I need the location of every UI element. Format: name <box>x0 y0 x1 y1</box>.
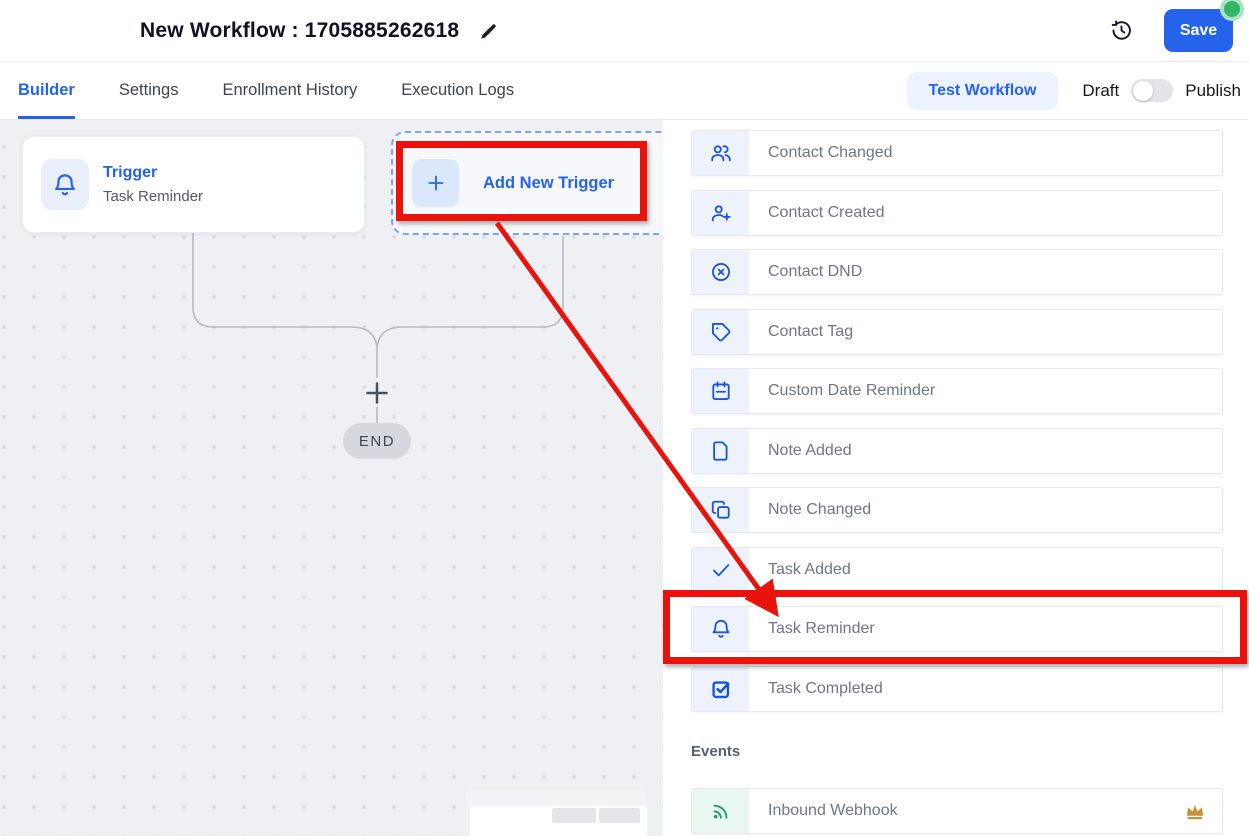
crown-icon <box>1184 800 1206 822</box>
publish-label: Publish <box>1185 81 1241 101</box>
workflow-builder-page: New Workflow : 1705885262618 Save Builde… <box>0 0 1249 836</box>
trigger-option-inbound-webhook[interactable]: Inbound Webhook <box>691 788 1223 834</box>
calendar-icon <box>692 369 749 413</box>
trigger-option-task-completed[interactable]: Task Completed <box>691 666 1223 712</box>
trigger-option-label: Inbound Webhook <box>768 802 1184 820</box>
trigger-picker-sidebar: Contact Changed Contact Created Contact DN… <box>663 120 1249 836</box>
events-list: Inbound Webhook <box>691 788 1224 834</box>
trigger-option-task-reminder[interactable]: Task Reminder <box>691 606 1223 652</box>
trigger-option-contact-changed[interactable]: Contact Changed <box>691 130 1223 176</box>
header-actions: Save <box>1110 9 1233 52</box>
add-action-plus-icon <box>368 384 387 403</box>
trigger-node-title: Trigger <box>103 164 203 182</box>
tab-settings[interactable]: Settings <box>119 62 179 119</box>
pencil-icon[interactable] <box>479 21 499 41</box>
trigger-option-note-changed[interactable]: Note Changed <box>691 487 1223 533</box>
trigger-option-label: Task Completed <box>768 680 1222 698</box>
save-button[interactable]: Save <box>1164 9 1233 52</box>
popup-skeleton <box>599 808 640 823</box>
tab-execution-logs[interactable]: Execution Logs <box>401 62 514 119</box>
bell-icon <box>41 159 89 210</box>
tab-builder[interactable]: Builder <box>18 62 75 119</box>
save-status-dot <box>1224 1 1240 17</box>
workflow-canvas[interactable]: Trigger Task Reminder Add New Trigger EN… <box>0 120 663 836</box>
add-new-trigger-label: Add New Trigger <box>483 174 614 193</box>
draft-label: Draft <box>1082 81 1119 101</box>
trigger-option-label: Task Added <box>768 561 1222 579</box>
check-icon <box>692 548 749 592</box>
trigger-option-custom-date-reminder[interactable]: Custom Date Reminder <box>691 368 1223 414</box>
trigger-option-label: Custom Date Reminder <box>768 382 1222 400</box>
publish-toggle-knob <box>1133 81 1153 101</box>
events-section-header: Events <box>691 743 1224 760</box>
trigger-node[interactable]: Trigger Task Reminder <box>22 136 365 233</box>
trigger-option-note-added[interactable]: Note Added <box>691 428 1223 474</box>
tabbar-right: Test Workflow Draft Publish <box>907 72 1241 110</box>
history-icon[interactable] <box>1110 19 1134 43</box>
copy-icon <box>692 488 749 532</box>
popup-skeleton <box>552 808 596 823</box>
plus-icon <box>412 159 459 207</box>
trigger-option-contact-created[interactable]: Contact Created <box>691 190 1223 236</box>
trigger-node-texts: Trigger Task Reminder <box>103 164 203 205</box>
publish-toggle[interactable] <box>1131 79 1173 102</box>
trigger-option-label: Contact DND <box>768 263 1222 281</box>
trigger-option-task-added[interactable]: Task Added <box>691 547 1223 593</box>
trigger-option-contact-dnd[interactable]: Contact DND <box>691 249 1223 295</box>
checkbox-icon <box>692 667 749 711</box>
tag-icon <box>692 310 749 354</box>
trigger-option-label: Note Added <box>768 442 1222 460</box>
trigger-option-contact-tag[interactable]: Contact Tag <box>691 309 1223 355</box>
trigger-option-label: Contact Changed <box>768 144 1222 162</box>
trigger-option-label: Task Reminder <box>768 620 1222 638</box>
tab-enrollment-history[interactable]: Enrollment History <box>222 62 357 119</box>
trigger-option-label: Contact Created <box>768 204 1222 222</box>
tab-bar: Builder Settings Enrollment History Executi… <box>0 62 1249 120</box>
trigger-option-label: Note Changed <box>768 501 1222 519</box>
header: New Workflow : 1705885262618 Save <box>0 0 1249 62</box>
add-new-trigger-button[interactable]: Add New Trigger <box>391 131 663 235</box>
file-icon <box>692 429 749 473</box>
user-plus-icon <box>692 191 749 235</box>
cutoff-popup <box>466 790 647 836</box>
end-node: END <box>343 423 411 459</box>
test-workflow-button[interactable]: Test Workflow <box>907 72 1059 110</box>
trigger-list: Contact Changed Contact Created Contact DN… <box>691 130 1224 712</box>
trigger-node-subtitle: Task Reminder <box>103 188 203 205</box>
users-icon <box>692 131 749 175</box>
tabs: Builder Settings Enrollment History Executi… <box>0 62 514 119</box>
bell-icon <box>692 607 749 651</box>
rss-icon <box>692 789 749 833</box>
save-button-label: Save <box>1180 22 1217 39</box>
circle-x-icon <box>692 250 749 294</box>
page-title: New Workflow : 1705885262618 <box>140 19 459 43</box>
trigger-option-label: Contact Tag <box>768 323 1222 341</box>
